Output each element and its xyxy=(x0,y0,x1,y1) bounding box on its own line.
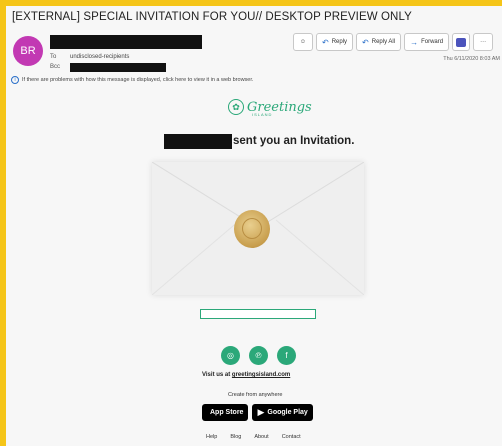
info-bar[interactable]: i If there are problems with how this me… xyxy=(11,76,253,84)
smiley-icon: ☺ xyxy=(299,39,307,45)
footer-link-help[interactable]: Help xyxy=(206,434,217,440)
sender-name-redacted xyxy=(50,35,202,49)
email-subject: [EXTERNAL] SPECIAL INVITATION FOR YOU// … xyxy=(12,11,412,23)
app-store-badge[interactable]: App Store xyxy=(202,404,249,421)
website-link[interactable]: greetingsisland.com xyxy=(232,372,290,378)
reply-all-label: Reply All xyxy=(371,39,396,45)
wax-seal xyxy=(234,210,270,248)
logo-subtext: ISLAND xyxy=(252,112,273,117)
email-reading-pane: [EXTERNAL] SPECIAL INVITATION FOR YOU// … xyxy=(6,6,502,446)
emoji-reaction-button[interactable]: ☺ xyxy=(293,33,313,51)
avatar-initials: BR xyxy=(20,45,36,57)
inviter-name-redacted xyxy=(164,134,232,149)
social-links: ◎ ℗ f xyxy=(221,346,296,365)
footer-link-about[interactable]: About xyxy=(254,434,268,440)
info-bar-text: If there are problems with how this mess… xyxy=(22,77,254,83)
more-actions-button[interactable]: ··· xyxy=(473,33,494,51)
invitation-heading: sent you an Invitation. xyxy=(233,135,355,147)
open-invitation-button[interactable] xyxy=(200,309,316,319)
message-toolbar: ☺ ↶ Reply ↶ Reply All → Forward ··· xyxy=(293,33,494,51)
footer-link-contact[interactable]: Contact xyxy=(282,434,301,440)
facebook-icon[interactable]: f xyxy=(277,346,296,365)
forward-icon: → xyxy=(410,37,419,47)
google-play-label: Google Play xyxy=(267,409,308,416)
to-recipients[interactable]: undisclosed-recipients xyxy=(70,54,129,60)
forward-label: Forward xyxy=(421,39,444,45)
forward-button[interactable]: → Forward xyxy=(404,33,450,51)
reply-all-button[interactable]: ↶ Reply All xyxy=(356,33,402,51)
footer-link-blog[interactable]: Blog xyxy=(230,434,241,440)
app-store-label: App Store xyxy=(210,409,244,416)
reply-button[interactable]: ↶ Reply xyxy=(316,33,354,51)
timestamp: Thu 6/11/2020 8:03 AM xyxy=(443,56,500,62)
to-label: To xyxy=(50,54,57,60)
app-store-badges: App Store ▶ Google Play xyxy=(202,404,313,421)
reply-all-icon: ↶ xyxy=(362,37,369,47)
info-icon: i xyxy=(11,76,19,84)
bcc-label: Bcc xyxy=(50,64,61,70)
instagram-icon[interactable]: ◎ xyxy=(221,346,240,365)
teams-share-button[interactable] xyxy=(452,33,471,51)
reply-label: Reply xyxy=(331,39,348,45)
google-play-icon: ▶ xyxy=(257,407,265,417)
google-play-badge[interactable]: ▶ Google Play xyxy=(252,404,313,421)
footer-links: Help Blog About Contact xyxy=(206,434,301,440)
sender-avatar[interactable]: BR xyxy=(13,36,43,66)
logo-mark-icon: ✿ xyxy=(228,99,244,115)
teams-icon xyxy=(456,37,467,47)
reply-icon: ↶ xyxy=(322,37,329,47)
more-label: ··· xyxy=(480,39,487,45)
bcc-recipient-redacted xyxy=(70,63,166,72)
visit-line: Visit us at greetingsisland.com xyxy=(202,372,290,378)
pinterest-icon[interactable]: ℗ xyxy=(249,346,268,365)
create-anywhere-text: Create from anywhere xyxy=(228,392,283,398)
visit-prefix: Visit us at xyxy=(202,372,231,378)
seal-emblem xyxy=(242,218,262,239)
